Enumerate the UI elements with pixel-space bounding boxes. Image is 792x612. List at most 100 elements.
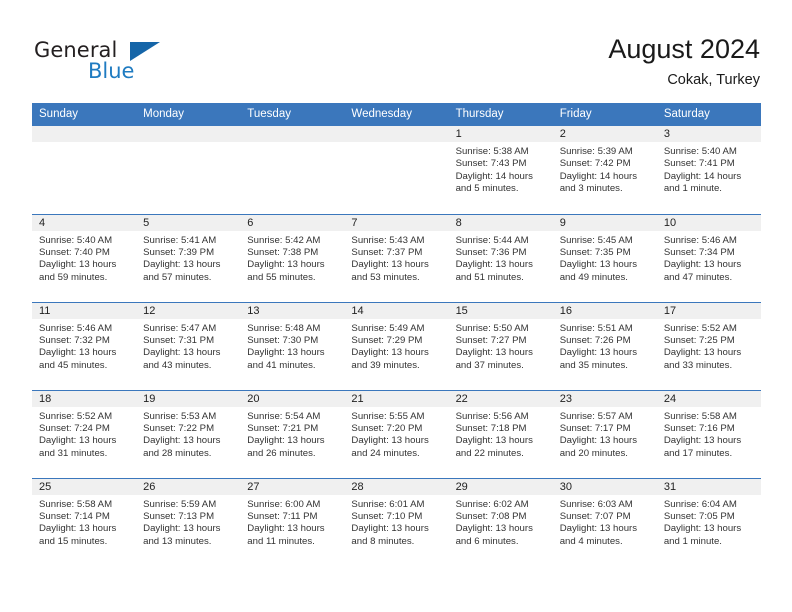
calendar-day-cell[interactable]: 31 Sunrise: 6:04 AM Sunset: 7:05 PM Dayligh… bbox=[656, 477, 761, 566]
calendar-day-cell[interactable]: 18 Sunrise: 5:52 AM Sunset: 7:24 PM Dayligh… bbox=[32, 389, 137, 478]
day-number: 27 bbox=[240, 478, 345, 495]
sunset-text: Sunset: 7:39 PM bbox=[143, 246, 215, 258]
calendar-day-cell[interactable]: 30 Sunrise: 6:03 AM Sunset: 7:07 PM Dayligh… bbox=[552, 477, 657, 566]
day-number: 30 bbox=[552, 478, 657, 495]
day-details: Sunrise: 5:46 AM Sunset: 7:32 PM Daylight:… bbox=[32, 319, 136, 373]
daylight-text: Daylight: 13 hours and 28 minutes. bbox=[143, 435, 221, 459]
sunrise-text: Sunrise: 5:53 AM bbox=[143, 410, 217, 422]
daylight-text: Daylight: 13 hours and 31 minutes. bbox=[39, 435, 117, 459]
weekday-header-friday: Friday bbox=[552, 103, 657, 126]
daylight-text: Daylight: 13 hours and 11 minutes. bbox=[247, 523, 325, 547]
day-details: Sunrise: 6:02 AM Sunset: 7:08 PM Daylight:… bbox=[449, 495, 553, 549]
calendar-day-cell[interactable]: 4 Sunrise: 5:40 AM Sunset: 7:40 PM Daylight… bbox=[32, 213, 137, 302]
day-details: Sunrise: 6:00 AM Sunset: 7:11 PM Daylight:… bbox=[240, 495, 344, 549]
sunrise-text: Sunrise: 5:46 AM bbox=[663, 234, 737, 246]
daylight-text: Daylight: 13 hours and 45 minutes. bbox=[39, 347, 117, 371]
sunrise-text: Sunrise: 5:47 AM bbox=[143, 322, 217, 334]
calendar-day-cell[interactable]: 25 Sunrise: 5:58 AM Sunset: 7:14 PM Dayligh… bbox=[32, 477, 137, 566]
calendar-day-cell[interactable]: 6 Sunrise: 5:42 AM Sunset: 7:38 PM Daylight… bbox=[240, 213, 345, 302]
daylight-text: Daylight: 13 hours and 6 minutes. bbox=[455, 523, 533, 547]
day-number: 28 bbox=[344, 478, 449, 495]
calendar-page: General Blue August 2024 Cokak, Turkey S… bbox=[0, 0, 792, 612]
sunset-text: Sunset: 7:38 PM bbox=[247, 246, 319, 258]
calendar-day-cell[interactable]: 19 Sunrise: 5:53 AM Sunset: 7:22 PM Dayligh… bbox=[136, 389, 241, 478]
sunrise-text: Sunrise: 5:50 AM bbox=[455, 322, 529, 334]
day-details: Sunrise: 5:51 AM Sunset: 7:26 PM Daylight:… bbox=[553, 319, 657, 373]
sunset-text: Sunset: 7:31 PM bbox=[143, 334, 215, 346]
sunset-text: Sunset: 7:32 PM bbox=[39, 334, 110, 346]
day-details: Sunrise: 5:44 AM Sunset: 7:36 PM Daylight:… bbox=[449, 231, 553, 285]
calendar-day-cell[interactable]: 5 Sunrise: 5:41 AM Sunset: 7:39 PM Daylight… bbox=[136, 213, 241, 302]
sunset-text: Sunset: 7:40 PM bbox=[39, 246, 110, 258]
calendar-day-cell[interactable]: 1 Sunrise: 5:38 AM Sunset: 7:43 PM Daylight… bbox=[448, 126, 553, 214]
day-details: Sunrise: 5:45 AM Sunset: 7:35 PM Daylight:… bbox=[553, 231, 657, 285]
day-details: Sunrise: 6:01 AM Sunset: 7:10 PM Daylight:… bbox=[344, 495, 448, 549]
calendar-day-cell[interactable]: 24 Sunrise: 5:58 AM Sunset: 7:16 PM Dayligh… bbox=[656, 389, 761, 478]
day-number: 14 bbox=[344, 302, 449, 319]
sunset-text: Sunset: 7:34 PM bbox=[663, 246, 735, 258]
calendar-day-cell[interactable]: 3 Sunrise: 5:40 AM Sunset: 7:41 PM Daylight… bbox=[656, 126, 761, 214]
daylight-text: Daylight: 13 hours and 20 minutes. bbox=[559, 435, 638, 459]
calendar-day-cell[interactable]: 29 Sunrise: 6:02 AM Sunset: 7:08 PM Dayligh… bbox=[448, 477, 553, 566]
day-number: 2 bbox=[552, 126, 657, 142]
day-number: 24 bbox=[656, 390, 761, 407]
daylight-text: Daylight: 13 hours and 22 minutes. bbox=[455, 435, 533, 459]
day-number bbox=[136, 126, 241, 142]
calendar-cell-empty bbox=[344, 126, 449, 214]
daylight-text: Daylight: 13 hours and 24 minutes. bbox=[351, 435, 429, 459]
daylight-text: Daylight: 13 hours and 47 minutes. bbox=[663, 259, 742, 283]
sunrise-text: Sunrise: 5:56 AM bbox=[455, 410, 529, 422]
calendar-day-cell[interactable]: 10 Sunrise: 5:46 AM Sunset: 7:34 PM Dayligh… bbox=[656, 213, 761, 302]
page-header: General Blue August 2024 Cokak, Turkey bbox=[0, 0, 792, 100]
calendar-day-cell[interactable]: 23 Sunrise: 5:57 AM Sunset: 7:17 PM Dayligh… bbox=[552, 389, 657, 478]
day-number: 9 bbox=[552, 214, 657, 231]
day-number: 15 bbox=[448, 302, 553, 319]
brand-logo[interactable]: General Blue bbox=[34, 38, 214, 88]
day-number: 5 bbox=[136, 214, 241, 231]
calendar-week-row: 4 Sunrise: 5:40 AM Sunset: 7:40 PM Daylight… bbox=[32, 213, 761, 302]
day-number: 16 bbox=[552, 302, 657, 319]
day-number: 25 bbox=[32, 478, 137, 495]
sunset-text: Sunset: 7:36 PM bbox=[455, 246, 527, 258]
calendar-day-cell[interactable]: 21 Sunrise: 5:55 AM Sunset: 7:20 PM Dayligh… bbox=[344, 389, 449, 478]
sunrise-text: Sunrise: 5:42 AM bbox=[247, 234, 321, 246]
calendar-day-cell[interactable]: 9 Sunrise: 5:45 AM Sunset: 7:35 PM Daylight… bbox=[552, 213, 657, 302]
sunrise-text: Sunrise: 5:44 AM bbox=[455, 234, 529, 246]
daylight-text: Daylight: 13 hours and 57 minutes. bbox=[143, 259, 221, 283]
sunset-text: Sunset: 7:14 PM bbox=[39, 510, 110, 522]
calendar-day-cell[interactable]: 7 Sunrise: 5:43 AM Sunset: 7:37 PM Daylight… bbox=[344, 213, 449, 302]
calendar-day-cell[interactable]: 16 Sunrise: 5:51 AM Sunset: 7:26 PM Dayligh… bbox=[552, 301, 657, 390]
daylight-text: Daylight: 13 hours and 43 minutes. bbox=[143, 347, 221, 371]
calendar-day-cell[interactable]: 14 Sunrise: 5:49 AM Sunset: 7:29 PM Dayligh… bbox=[344, 301, 449, 390]
sunrise-text: Sunrise: 5:38 AM bbox=[455, 146, 529, 157]
daylight-text: Daylight: 13 hours and 17 minutes. bbox=[663, 435, 742, 459]
day-details: Sunrise: 5:42 AM Sunset: 7:38 PM Daylight:… bbox=[240, 231, 344, 285]
calendar-day-cell[interactable]: 8 Sunrise: 5:44 AM Sunset: 7:36 PM Daylight… bbox=[448, 213, 553, 302]
day-number: 19 bbox=[136, 390, 241, 407]
calendar-day-cell[interactable]: 22 Sunrise: 5:56 AM Sunset: 7:18 PM Dayligh… bbox=[448, 389, 553, 478]
calendar-day-cell[interactable]: 17 Sunrise: 5:52 AM Sunset: 7:25 PM Dayligh… bbox=[656, 301, 761, 390]
calendar-week-row: 25 Sunrise: 5:58 AM Sunset: 7:14 PM Dayligh… bbox=[32, 477, 761, 566]
sunset-text: Sunset: 7:37 PM bbox=[351, 246, 423, 258]
calendar-day-cell[interactable]: 26 Sunrise: 5:59 AM Sunset: 7:13 PM Dayligh… bbox=[136, 477, 241, 566]
weekday-header-tuesday: Tuesday bbox=[240, 103, 345, 126]
sunrise-text: Sunrise: 5:51 AM bbox=[559, 322, 633, 334]
daylight-text: Daylight: 13 hours and 1 minute. bbox=[663, 523, 742, 547]
daylight-text: Daylight: 14 hours and 3 minutes. bbox=[559, 170, 638, 195]
day-details: Sunrise: 5:53 AM Sunset: 7:22 PM Daylight:… bbox=[136, 407, 240, 461]
calendar-day-cell[interactable]: 12 Sunrise: 5:47 AM Sunset: 7:31 PM Dayligh… bbox=[136, 301, 241, 390]
day-number: 11 bbox=[32, 302, 137, 319]
calendar-day-cell[interactable]: 2 Sunrise: 5:39 AM Sunset: 7:42 PM Daylight… bbox=[552, 126, 657, 214]
title-block: August 2024 Cokak, Turkey bbox=[608, 32, 760, 91]
calendar-day-cell[interactable]: 13 Sunrise: 5:48 AM Sunset: 7:30 PM Dayligh… bbox=[240, 301, 345, 390]
calendar-day-cell[interactable]: 28 Sunrise: 6:01 AM Sunset: 7:10 PM Dayligh… bbox=[344, 477, 449, 566]
calendar-day-cell[interactable]: 20 Sunrise: 5:54 AM Sunset: 7:21 PM Dayligh… bbox=[240, 389, 345, 478]
day-number: 22 bbox=[448, 390, 553, 407]
calendar-day-cell[interactable]: 11 Sunrise: 5:46 AM Sunset: 7:32 PM Dayligh… bbox=[32, 301, 137, 390]
day-number: 8 bbox=[448, 214, 553, 231]
calendar-day-cell[interactable]: 15 Sunrise: 5:50 AM Sunset: 7:27 PM Dayligh… bbox=[448, 301, 553, 390]
sunset-text: Sunset: 7:26 PM bbox=[559, 334, 631, 346]
calendar-day-cell[interactable]: 27 Sunrise: 6:00 AM Sunset: 7:11 PM Dayligh… bbox=[240, 477, 345, 566]
sunset-text: Sunset: 7:24 PM bbox=[39, 422, 110, 434]
brand-triangle-icon bbox=[130, 42, 160, 61]
